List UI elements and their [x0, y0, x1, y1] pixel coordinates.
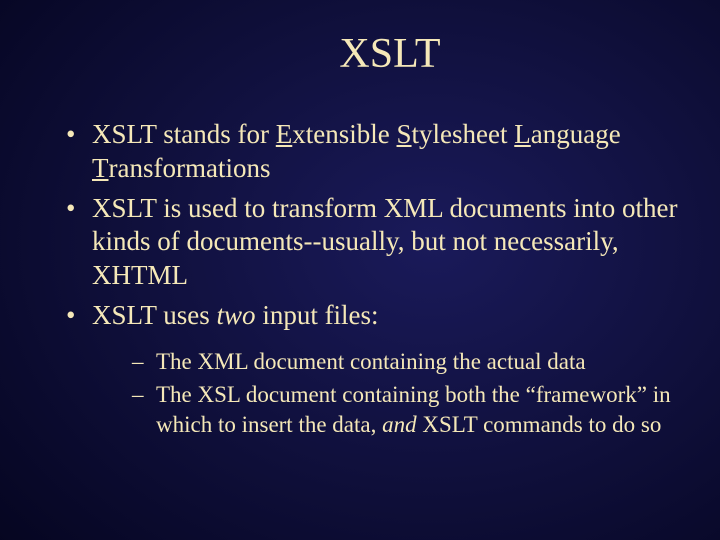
sub-bullet-text: The XML document containing the actual d…	[156, 349, 586, 374]
italic-text: two	[217, 300, 256, 330]
sub-bullet-item: The XML document containing the actual d…	[132, 347, 680, 377]
bullet-item: XSLT stands for Extensible Stylesheet La…	[60, 118, 680, 186]
slide-title: XSLT	[100, 30, 680, 78]
bullet-text: anguage	[531, 119, 621, 149]
slide: XSLT XSLT stands for Extensible Styleshe…	[0, 0, 720, 540]
sub-bullet-text: XSLT commands to do so	[417, 412, 662, 437]
bullet-text: xtensible	[292, 119, 389, 149]
bullet-text: tylesheet	[412, 119, 508, 149]
bullet-list: XSLT stands for Extensible Stylesheet La…	[40, 118, 680, 440]
underline-letter: L	[514, 119, 531, 149]
bullet-text: input files:	[256, 300, 379, 330]
sub-bullet-item: The XSL document containing both the “fr…	[132, 380, 680, 440]
bullet-text: XSLT uses	[92, 300, 217, 330]
underline-letter: S	[397, 119, 412, 149]
bullet-item: XSLT is used to transform XML documents …	[60, 192, 680, 293]
bullet-item: XSLT uses two input files: The XML docum…	[60, 299, 680, 440]
italic-text: and	[382, 412, 417, 437]
underline-letter: T	[92, 153, 109, 183]
bullet-text: XSLT stands for	[92, 119, 276, 149]
underline-letter: E	[276, 119, 293, 149]
bullet-text: XSLT is used to transform XML documents …	[92, 193, 677, 291]
sub-bullet-list: The XML document containing the actual d…	[92, 347, 680, 441]
bullet-text: ransformations	[109, 153, 271, 183]
bullet-text	[390, 119, 397, 149]
